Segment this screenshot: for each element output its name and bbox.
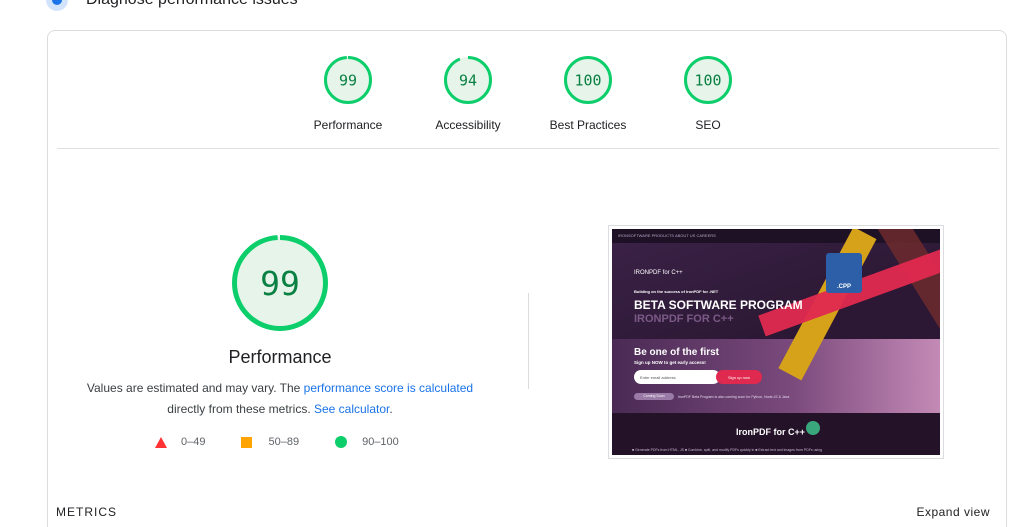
legend-label: 0–49 [181, 436, 206, 448]
see-calculator-link[interactable]: See calculator [314, 402, 389, 416]
gauge-score: 99 [339, 72, 357, 90]
thumb-email-field: Enter email address [634, 370, 720, 384]
gauge-score: 100 [694, 72, 721, 90]
gauge-best-practices[interactable]: 100 Best Practices [533, 55, 643, 132]
legend-label: 90–100 [362, 436, 399, 448]
circle-icon [335, 436, 348, 448]
thumb-pill: Coming Soon [634, 393, 674, 400]
thumb-footer-list: ■ Generate PDFs from HTML, JS ■ Combine,… [632, 448, 822, 452]
gauge-accessibility[interactable]: 94 Accessibility [413, 55, 523, 132]
thumb-logo: IRONPDF for C++ [634, 270, 683, 276]
desc-text: Values are estimated and may vary. The [86, 381, 304, 395]
square-icon [241, 436, 253, 448]
screenshot-thumbnail: IRONSOFTWARE PRODUCTS ABOUT US CAREERS .… [612, 229, 940, 455]
gauge-label: SEO [695, 118, 721, 132]
thumb-signup-button: Sign up now [716, 370, 762, 384]
report-card: 99 Performance 94 Accessibility 100 Best… [47, 30, 1007, 527]
score-calculated-link[interactable]: performance score is calculated [304, 381, 473, 395]
vertical-divider [528, 293, 529, 389]
legend-label: 50–89 [268, 436, 300, 448]
score-legend: 0–49 50–89 90–100 [155, 436, 435, 448]
gauge-ring: 99 [324, 56, 372, 104]
score-gauges: 99 Performance 94 Accessibility 100 Best… [48, 31, 1006, 149]
gauge-label: Best Practices [549, 118, 627, 132]
thumb-cta-sub: Sign up NOW to get early access! [634, 360, 706, 365]
legend-average: 50–89 [241, 436, 299, 448]
gauge-label: Accessibility [435, 118, 501, 132]
section-heading-row: Diagnose performance issues [46, 0, 298, 11]
gauges-divider [57, 148, 999, 149]
gauge-ring: 100 [564, 56, 612, 104]
thumb-cta-title: Be one of the first [634, 347, 720, 358]
gauge-score: 100 [574, 72, 601, 90]
gauge-performance[interactable]: 99 Performance [293, 55, 403, 132]
performance-big-gauge: 99 [232, 235, 328, 331]
thumb-nav-text: IRONSOFTWARE PRODUCTS ABOUT US CAREERS [618, 233, 716, 238]
thumb-product: IRONPDF FOR C++ [634, 313, 734, 325]
gauge-score: 94 [459, 72, 477, 90]
desc-text: . [389, 402, 393, 416]
section-heading: Diagnose performance issues [86, 0, 298, 9]
performance-title: Performance [228, 347, 332, 367]
thumb-subtitle: Building on the success of IronPDF for .… [634, 289, 719, 294]
performance-description: Values are estimated and may vary. The p… [78, 378, 482, 420]
thumb-pill-text: IronPDF Beta Program is also coming soon… [678, 395, 790, 399]
performance-score: 99 [260, 264, 300, 303]
thumb-headline: BETA SOFTWARE PROGRAM [634, 298, 803, 312]
metrics-heading: METRICS [56, 505, 117, 519]
gauge-ring: 94 [444, 56, 492, 104]
expand-view-button[interactable]: Expand view [916, 505, 990, 519]
gauge-ring: 100 [684, 56, 732, 104]
thumb-footer-title: IronPDF for C++ [736, 427, 806, 437]
gauge-seo[interactable]: 100 SEO [653, 55, 763, 132]
thumb-footer-badge-icon [806, 421, 820, 435]
legend-fail: 0–49 [155, 436, 205, 448]
cpp-badge: .CPP [826, 253, 862, 293]
page-screenshot[interactable]: IRONSOFTWARE PRODUCTS ABOUT US CAREERS .… [608, 225, 944, 459]
legend-pass: 90–100 [335, 436, 399, 448]
desc-text: directly from these metrics. [167, 402, 314, 416]
status-dot-icon [46, 0, 68, 11]
gauge-label: Performance [313, 118, 383, 132]
triangle-icon [155, 436, 167, 448]
